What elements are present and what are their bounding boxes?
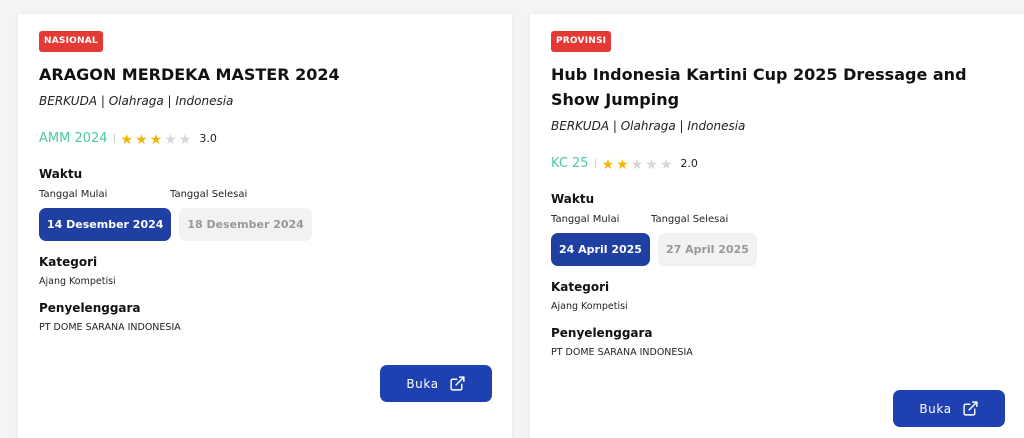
star-empty-icon: ★ [630, 156, 644, 173]
open-button-label: Buka [406, 376, 439, 391]
event-card-content: NASIONAL ARAGON MERDEKA MASTER 2024 BERK… [39, 28, 498, 333]
end-date-label: Tanggal Selesai [170, 189, 248, 200]
event-code: AMM 2024 [39, 130, 108, 146]
start-date-chip: 24 April 2025 [551, 233, 650, 266]
date-chips: 24 April 2025 27 April 2025 [551, 233, 1010, 266]
start-date-chip: 14 Desember 2024 [39, 208, 172, 241]
end-date-label: Tanggal Selesai [651, 214, 729, 225]
end-date-chip: 18 Desember 2024 [179, 208, 312, 241]
start-date-label: Tanggal Mulai [551, 214, 620, 225]
open-button[interactable]: Buka [380, 365, 492, 402]
star-empty-icon: ★ [659, 156, 673, 173]
rating-score: 2.0 [680, 156, 698, 170]
open-button[interactable]: Buka [893, 390, 1005, 427]
level-badge: NASIONAL [39, 31, 103, 52]
penyelenggara-heading: Penyelenggara [551, 326, 653, 340]
waktu-heading: Waktu [39, 167, 83, 181]
date-labels: Tanggal Mulai Tanggal Selesai [39, 189, 498, 200]
end-date-chip: 27 April 2025 [657, 233, 757, 266]
star-filled-icon: ★ [135, 131, 148, 148]
star-filled-icon: ★ [601, 156, 615, 173]
event-card-content: PROVINSI Hub Indonesia Kartini Cup 2025 … [551, 28, 1010, 358]
rating-row: KC 25 ★ ★ ★ ★ ★ 2.0 [551, 154, 1010, 172]
event-meta: BERKUDA | Olahraga | Indonesia [39, 94, 234, 108]
rating-score: 3.0 [199, 131, 217, 145]
open-button-label: Buka [919, 401, 952, 416]
external-link-icon [450, 376, 465, 391]
waktu-heading: Waktu [551, 192, 595, 206]
start-date-label: Tanggal Mulai [39, 189, 108, 200]
star-filled-icon: ★ [120, 131, 134, 148]
event-title: ARAGON MERDEKA MASTER 2024 [39, 65, 340, 84]
date-chips: 14 Desember 2024 18 Desember 2024 [39, 208, 498, 241]
kategori-heading: Kategori [39, 255, 98, 269]
star-rating: ★ ★ ★ ★ ★ [602, 154, 675, 173]
event-card: PROVINSI Hub Indonesia Kartini Cup 2025 … [530, 14, 1024, 438]
date-labels: Tanggal Mulai Tanggal Selesai [551, 214, 1010, 225]
kategori-value: Ajang Kompetisi [551, 301, 628, 312]
penyelenggara-value: PT DOME SARANA INDONESIA [551, 347, 693, 358]
kategori-value: Ajang Kompetisi [39, 276, 116, 287]
kategori-heading: Kategori [551, 280, 610, 294]
star-filled-icon: ★ [616, 156, 629, 173]
divider [113, 133, 115, 143]
star-rating: ★ ★ ★ ★ ★ [121, 129, 194, 148]
level-badge: PROVINSI [551, 31, 612, 52]
star-empty-icon: ★ [645, 156, 658, 173]
event-card: NASIONAL ARAGON MERDEKA MASTER 2024 BERK… [18, 14, 512, 438]
event-code: KC 25 [551, 155, 589, 171]
rating-row: AMM 2024 ★ ★ ★ ★ ★ 3.0 [39, 129, 498, 147]
penyelenggara-heading: Penyelenggara [39, 301, 141, 315]
star-empty-icon: ★ [164, 131, 177, 148]
event-title: Hub Indonesia Kartini Cup 2025 Dressage … [551, 65, 967, 109]
penyelenggara-value: PT DOME SARANA INDONESIA [39, 322, 181, 333]
external-link-icon [963, 401, 978, 416]
star-empty-icon: ★ [178, 131, 192, 148]
divider [594, 158, 596, 168]
event-list: NASIONAL ARAGON MERDEKA MASTER 2024 BERK… [0, 0, 1024, 438]
event-meta: BERKUDA | Olahraga | Indonesia [551, 119, 746, 133]
star-filled-icon: ★ [149, 131, 163, 148]
